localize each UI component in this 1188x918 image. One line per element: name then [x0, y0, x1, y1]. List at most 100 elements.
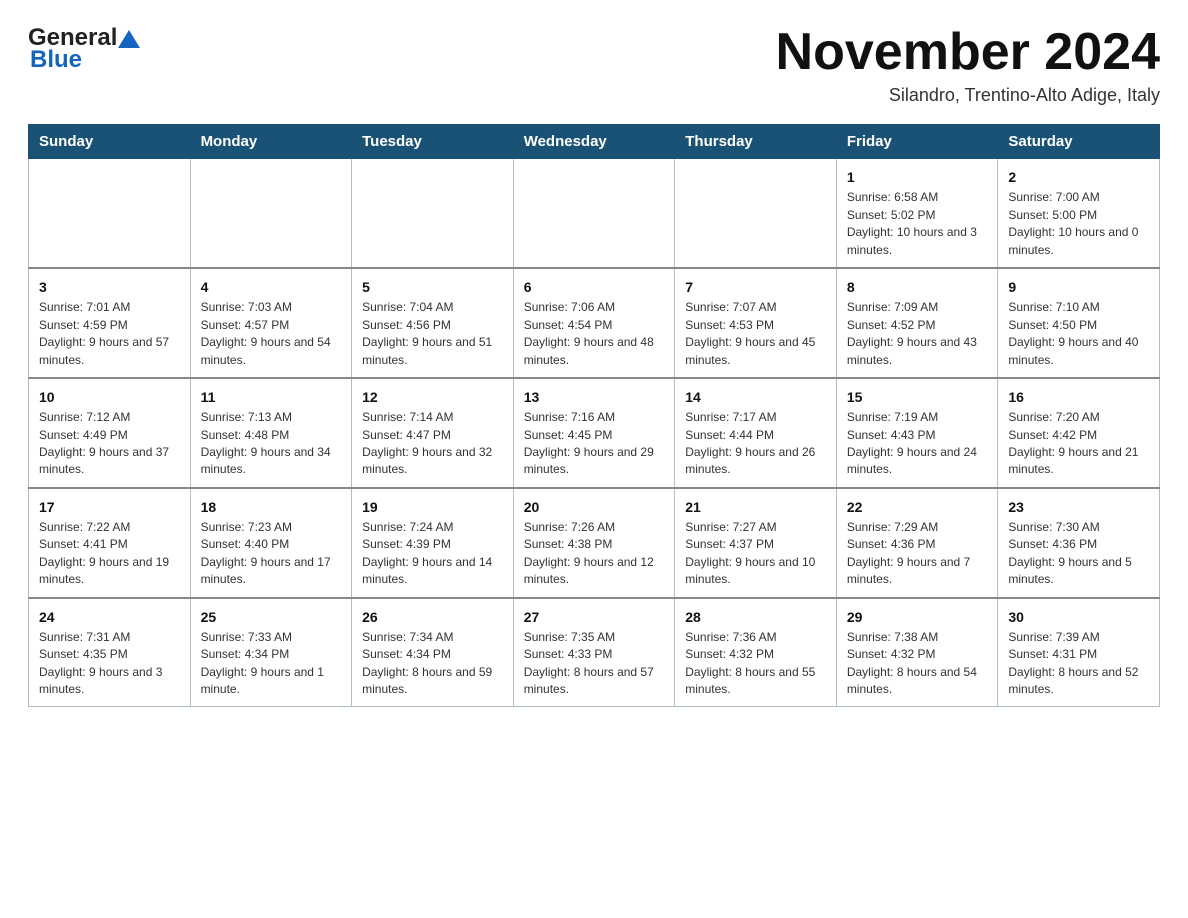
calendar-cell: 24Sunrise: 7:31 AM Sunset: 4:35 PM Dayli…: [29, 598, 191, 707]
day-number: 23: [1008, 497, 1149, 517]
calendar-cell: 20Sunrise: 7:26 AM Sunset: 4:38 PM Dayli…: [513, 488, 675, 598]
day-number: 8: [847, 277, 988, 297]
location-subtitle: Silandro, Trentino-Alto Adige, Italy: [776, 85, 1160, 106]
calendar-week-row: 1Sunrise: 6:58 AM Sunset: 5:02 PM Daylig…: [29, 159, 1160, 268]
day-number: 26: [362, 607, 503, 627]
calendar-week-row: 24Sunrise: 7:31 AM Sunset: 4:35 PM Dayli…: [29, 598, 1160, 707]
day-of-week-header: Tuesday: [352, 125, 514, 159]
day-of-week-header: Thursday: [675, 125, 837, 159]
calendar-cell: 12Sunrise: 7:14 AM Sunset: 4:47 PM Dayli…: [352, 378, 514, 488]
day-info: Sunrise: 7:04 AM Sunset: 4:56 PM Dayligh…: [362, 299, 503, 369]
day-info: Sunrise: 7:27 AM Sunset: 4:37 PM Dayligh…: [685, 519, 826, 589]
month-title: November 2024: [776, 24, 1160, 81]
day-number: 5: [362, 277, 503, 297]
calendar-cell: [190, 159, 352, 268]
title-block: November 2024 Silandro, Trentino-Alto Ad…: [776, 24, 1160, 106]
day-of-week-header: Monday: [190, 125, 352, 159]
calendar-cell: 22Sunrise: 7:29 AM Sunset: 4:36 PM Dayli…: [836, 488, 998, 598]
day-info: Sunrise: 7:39 AM Sunset: 4:31 PM Dayligh…: [1008, 629, 1149, 699]
calendar-cell: 15Sunrise: 7:19 AM Sunset: 4:43 PM Dayli…: [836, 378, 998, 488]
day-number: 4: [201, 277, 342, 297]
day-info: Sunrise: 7:34 AM Sunset: 4:34 PM Dayligh…: [362, 629, 503, 699]
day-info: Sunrise: 7:14 AM Sunset: 4:47 PM Dayligh…: [362, 409, 503, 479]
calendar-cell: 11Sunrise: 7:13 AM Sunset: 4:48 PM Dayli…: [190, 378, 352, 488]
day-number: 1: [847, 167, 988, 187]
day-info: Sunrise: 7:30 AM Sunset: 4:36 PM Dayligh…: [1008, 519, 1149, 589]
day-number: 24: [39, 607, 180, 627]
day-info: Sunrise: 7:13 AM Sunset: 4:48 PM Dayligh…: [201, 409, 342, 479]
calendar-cell: [29, 159, 191, 268]
day-number: 7: [685, 277, 826, 297]
day-info: Sunrise: 7:26 AM Sunset: 4:38 PM Dayligh…: [524, 519, 665, 589]
calendar-cell: 25Sunrise: 7:33 AM Sunset: 4:34 PM Dayli…: [190, 598, 352, 707]
day-info: Sunrise: 7:33 AM Sunset: 4:34 PM Dayligh…: [201, 629, 342, 699]
logo-blue-text: Blue: [30, 46, 82, 74]
calendar-week-row: 17Sunrise: 7:22 AM Sunset: 4:41 PM Dayli…: [29, 488, 1160, 598]
day-info: Sunrise: 7:22 AM Sunset: 4:41 PM Dayligh…: [39, 519, 180, 589]
calendar-cell: 4Sunrise: 7:03 AM Sunset: 4:57 PM Daylig…: [190, 268, 352, 378]
day-of-week-header: Friday: [836, 125, 998, 159]
day-number: 15: [847, 387, 988, 407]
calendar-cell: 14Sunrise: 7:17 AM Sunset: 4:44 PM Dayli…: [675, 378, 837, 488]
day-number: 6: [524, 277, 665, 297]
calendar-cell: [513, 159, 675, 268]
day-number: 16: [1008, 387, 1149, 407]
calendar-table: SundayMondayTuesdayWednesdayThursdayFrid…: [28, 124, 1160, 707]
day-number: 21: [685, 497, 826, 517]
day-number: 13: [524, 387, 665, 407]
logo: General Blue: [28, 24, 140, 74]
day-number: 11: [201, 387, 342, 407]
calendar-cell: 21Sunrise: 7:27 AM Sunset: 4:37 PM Dayli…: [675, 488, 837, 598]
calendar-cell: 6Sunrise: 7:06 AM Sunset: 4:54 PM Daylig…: [513, 268, 675, 378]
day-info: Sunrise: 7:03 AM Sunset: 4:57 PM Dayligh…: [201, 299, 342, 369]
day-number: 30: [1008, 607, 1149, 627]
day-info: Sunrise: 7:20 AM Sunset: 4:42 PM Dayligh…: [1008, 409, 1149, 479]
day-info: Sunrise: 6:58 AM Sunset: 5:02 PM Dayligh…: [847, 189, 988, 259]
day-info: Sunrise: 7:24 AM Sunset: 4:39 PM Dayligh…: [362, 519, 503, 589]
day-number: 25: [201, 607, 342, 627]
calendar-cell: 16Sunrise: 7:20 AM Sunset: 4:42 PM Dayli…: [998, 378, 1160, 488]
calendar-cell: 30Sunrise: 7:39 AM Sunset: 4:31 PM Dayli…: [998, 598, 1160, 707]
calendar-cell: 9Sunrise: 7:10 AM Sunset: 4:50 PM Daylig…: [998, 268, 1160, 378]
calendar-week-row: 3Sunrise: 7:01 AM Sunset: 4:59 PM Daylig…: [29, 268, 1160, 378]
day-info: Sunrise: 7:35 AM Sunset: 4:33 PM Dayligh…: [524, 629, 665, 699]
calendar-cell: 29Sunrise: 7:38 AM Sunset: 4:32 PM Dayli…: [836, 598, 998, 707]
calendar-cell: 27Sunrise: 7:35 AM Sunset: 4:33 PM Dayli…: [513, 598, 675, 707]
day-number: 29: [847, 607, 988, 627]
calendar-cell: 10Sunrise: 7:12 AM Sunset: 4:49 PM Dayli…: [29, 378, 191, 488]
day-number: 19: [362, 497, 503, 517]
day-of-week-header: Sunday: [29, 125, 191, 159]
day-info: Sunrise: 7:09 AM Sunset: 4:52 PM Dayligh…: [847, 299, 988, 369]
day-info: Sunrise: 7:16 AM Sunset: 4:45 PM Dayligh…: [524, 409, 665, 479]
page-header: General Blue November 2024 Silandro, Tre…: [28, 24, 1160, 106]
day-number: 10: [39, 387, 180, 407]
day-info: Sunrise: 7:29 AM Sunset: 4:36 PM Dayligh…: [847, 519, 988, 589]
calendar-cell: 19Sunrise: 7:24 AM Sunset: 4:39 PM Dayli…: [352, 488, 514, 598]
day-number: 9: [1008, 277, 1149, 297]
calendar-header-row: SundayMondayTuesdayWednesdayThursdayFrid…: [29, 125, 1160, 159]
day-of-week-header: Wednesday: [513, 125, 675, 159]
day-info: Sunrise: 7:10 AM Sunset: 4:50 PM Dayligh…: [1008, 299, 1149, 369]
day-number: 14: [685, 387, 826, 407]
day-number: 27: [524, 607, 665, 627]
calendar-cell: 13Sunrise: 7:16 AM Sunset: 4:45 PM Dayli…: [513, 378, 675, 488]
day-number: 17: [39, 497, 180, 517]
day-number: 2: [1008, 167, 1149, 187]
day-number: 22: [847, 497, 988, 517]
day-number: 18: [201, 497, 342, 517]
calendar-cell: 7Sunrise: 7:07 AM Sunset: 4:53 PM Daylig…: [675, 268, 837, 378]
day-info: Sunrise: 7:07 AM Sunset: 4:53 PM Dayligh…: [685, 299, 826, 369]
day-info: Sunrise: 7:00 AM Sunset: 5:00 PM Dayligh…: [1008, 189, 1149, 259]
calendar-cell: 18Sunrise: 7:23 AM Sunset: 4:40 PM Dayli…: [190, 488, 352, 598]
day-info: Sunrise: 7:01 AM Sunset: 4:59 PM Dayligh…: [39, 299, 180, 369]
day-info: Sunrise: 7:23 AM Sunset: 4:40 PM Dayligh…: [201, 519, 342, 589]
day-info: Sunrise: 7:12 AM Sunset: 4:49 PM Dayligh…: [39, 409, 180, 479]
logo-triangle-icon: [118, 30, 140, 48]
day-number: 20: [524, 497, 665, 517]
day-info: Sunrise: 7:17 AM Sunset: 4:44 PM Dayligh…: [685, 409, 826, 479]
day-info: Sunrise: 7:38 AM Sunset: 4:32 PM Dayligh…: [847, 629, 988, 699]
day-number: 3: [39, 277, 180, 297]
day-info: Sunrise: 7:19 AM Sunset: 4:43 PM Dayligh…: [847, 409, 988, 479]
day-info: Sunrise: 7:06 AM Sunset: 4:54 PM Dayligh…: [524, 299, 665, 369]
day-number: 12: [362, 387, 503, 407]
